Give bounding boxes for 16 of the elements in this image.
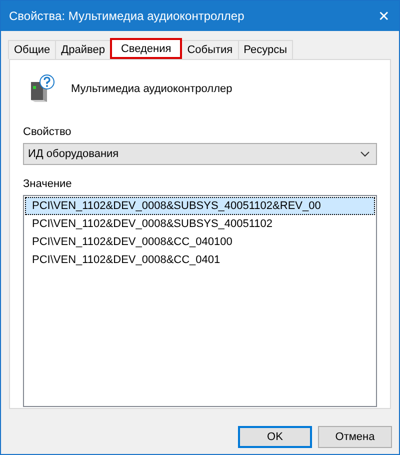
value-label: Значение (23, 178, 73, 190)
property-label: Свойство (23, 126, 72, 138)
window-title: Свойства: Мультимедиа аудиоконтроллер (9, 9, 244, 23)
tab[interactable]: Сведения (110, 38, 182, 59)
ok-button[interactable]: OK (238, 426, 312, 448)
close-button[interactable]: ✕ (369, 1, 399, 31)
list-item[interactable]: PCI\VEN_1102&DEV_0008&CC_0401 (25, 251, 375, 269)
property-dropdown[interactable]: ИД оборудования (23, 143, 377, 165)
cancel-button[interactable]: Отмена (318, 426, 392, 448)
list-item[interactable]: PCI\VEN_1102&DEV_0008&SUBSYS_40051102 (25, 215, 375, 233)
list-item[interactable]: PCI\VEN_1102&DEV_0008&SUBSYS_40051102&REV_00 (25, 197, 375, 215)
tab[interactable]: Общие (8, 40, 56, 59)
tab[interactable]: Ресурсы (238, 40, 294, 59)
device-name: Мультимедиа аудиоконтроллер (71, 83, 232, 95)
chevron-down-icon (360, 151, 370, 157)
list-item[interactable]: PCI\VEN_1102&DEV_0008&CC_040100 (25, 233, 375, 251)
